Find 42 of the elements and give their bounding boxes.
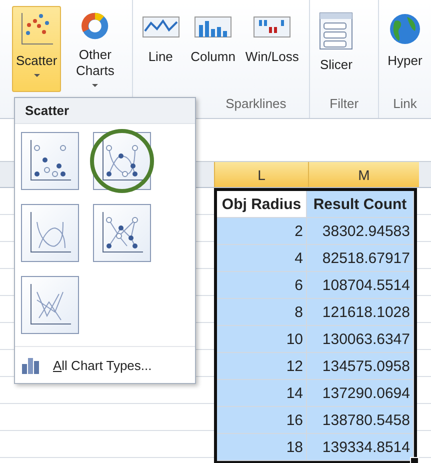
markers-scatter-option[interactable] xyxy=(21,132,79,190)
donut-button[interactable]: Other Charts xyxy=(63,6,128,92)
table-cell: 8 xyxy=(217,299,307,326)
column-header[interactable]: L xyxy=(214,162,308,187)
table-cell: 12 xyxy=(217,353,307,380)
table-cell: 4 xyxy=(217,245,307,272)
smooth-scatter-option[interactable] xyxy=(21,204,79,262)
column-header[interactable]: M xyxy=(308,162,419,187)
straight-scatter-option[interactable] xyxy=(21,276,79,334)
table-cell: 82518.67917 xyxy=(307,245,414,272)
bar-chart-icon xyxy=(21,356,41,374)
straight-markers-scatter-option[interactable] xyxy=(93,204,151,262)
slicer-icon xyxy=(318,11,354,51)
table-cell: 108704.5514 xyxy=(307,272,414,299)
line-button[interactable]: Line xyxy=(136,6,185,92)
globe-icon xyxy=(387,11,423,47)
table-cell: 14 xyxy=(217,380,307,407)
table-cell: 2 xyxy=(217,218,307,245)
table-cell: 10 xyxy=(217,326,307,353)
slicer-button[interactable]: Slicer xyxy=(314,6,358,92)
table-cell: 139334.8514 xyxy=(307,434,414,461)
winloss-button[interactable]: Win/Loss xyxy=(241,6,303,92)
group-label: Filter xyxy=(328,96,360,111)
table-cell: 38302.94583 xyxy=(307,218,414,245)
menu-title: Scatter xyxy=(15,98,195,124)
all-chart-types-link[interactable]: All Chart Types... xyxy=(53,358,152,372)
column-button[interactable]: Column xyxy=(186,6,240,92)
table-cell: Result Count xyxy=(307,191,414,218)
group-label: Sparklines xyxy=(224,96,288,111)
table-cell: 137290.0694 xyxy=(307,380,414,407)
table-cell: Obj Radius xyxy=(217,191,307,218)
scatter-chart-icon xyxy=(18,11,55,47)
table-cell: 138780.5458 xyxy=(307,407,414,434)
table-cell: 6 xyxy=(217,272,307,299)
group-label: Link xyxy=(392,96,418,111)
table-cell: 121618.1028 xyxy=(307,299,414,326)
table-cell: 16 xyxy=(217,407,307,434)
scatter-button[interactable]: Scatter xyxy=(12,6,62,92)
table-cell: 134575.0958 xyxy=(307,353,414,380)
table-cell: 18 xyxy=(217,434,307,461)
globe-button[interactable]: Hyper xyxy=(383,6,427,92)
table-cell: 130063.6347 xyxy=(307,326,414,353)
